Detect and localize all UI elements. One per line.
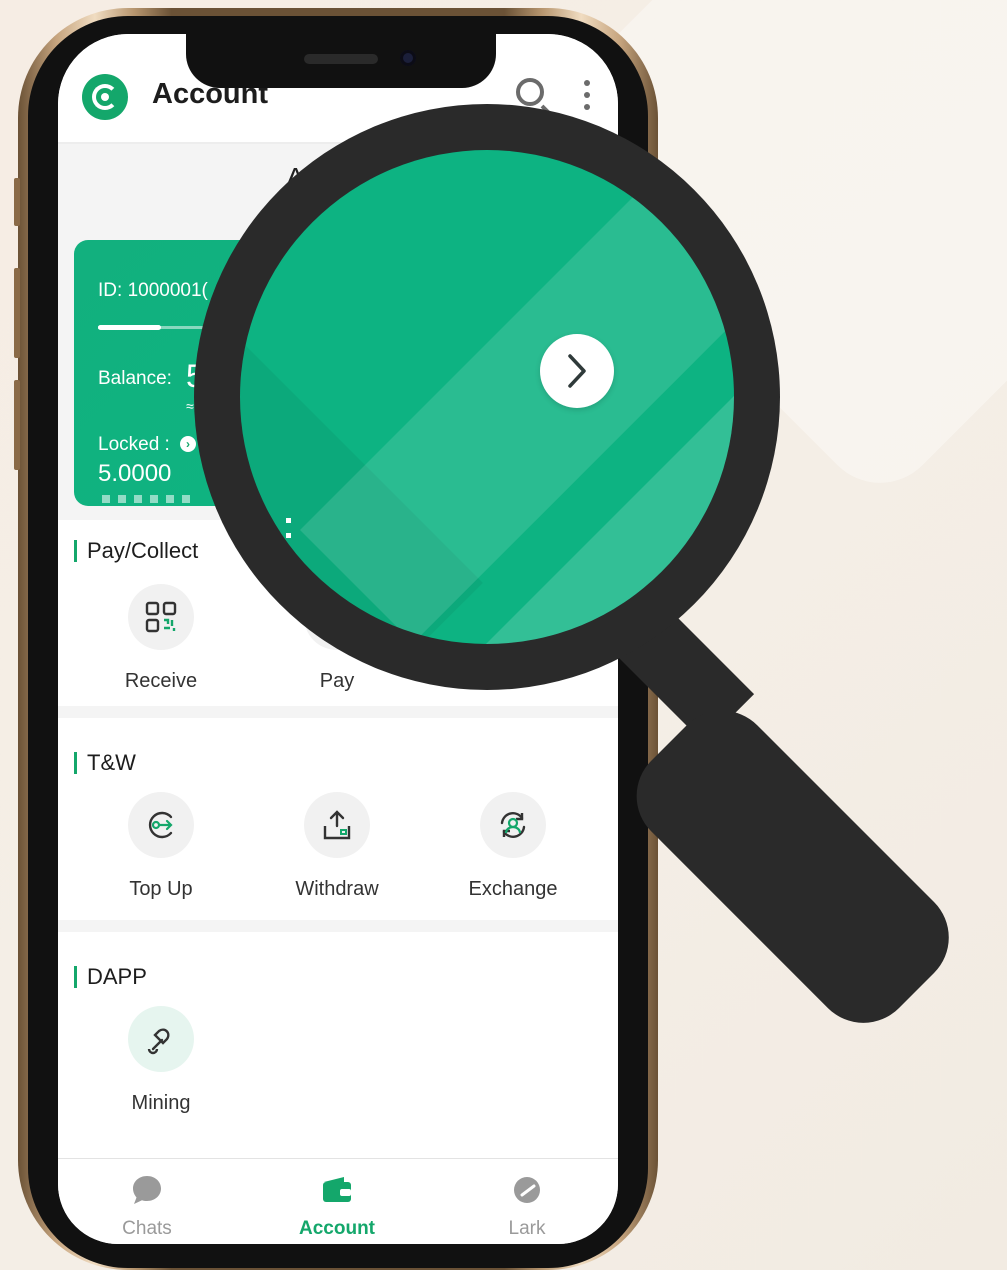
card-progress-fill — [98, 325, 161, 330]
phone-notch — [186, 34, 496, 88]
withdraw-icon — [304, 792, 370, 858]
mining-button[interactable]: Mining — [86, 1006, 236, 1115]
front-camera — [400, 50, 416, 66]
dapp-section: DAPP Mining — [58, 932, 618, 1158]
id-row: ID: 1000001( — [98, 280, 208, 302]
section-title-dapp: DAPP — [74, 966, 147, 988]
lark-icon — [514, 1177, 540, 1203]
locked-label: Locked : — [98, 434, 170, 455]
more-options-icon[interactable] — [584, 80, 590, 110]
id-value: 1000001( — [127, 280, 208, 301]
section-title-tw: T&W — [74, 752, 136, 774]
chevron-right-icon[interactable]: › — [180, 436, 196, 452]
card-decoration-dots — [102, 490, 198, 506]
mining-icon — [128, 1006, 194, 1072]
nav-lark-label: Lark — [508, 1218, 546, 1239]
nav-chats[interactable]: Chats — [72, 1173, 222, 1240]
qr-code-icon — [128, 584, 194, 650]
magnifier-handle — [615, 690, 970, 1044]
balance-approx: ≈ — [186, 398, 194, 414]
receive-label: Receive — [124, 670, 198, 692]
id-label: ID: — [98, 280, 123, 301]
exchange-button[interactable]: Exchange — [438, 792, 588, 901]
section-title-pay-collect: Pay/Collect — [74, 540, 198, 562]
exchange-icon — [480, 792, 546, 858]
mining-label: Mining — [131, 1092, 191, 1114]
chevron-right-icon[interactable] — [540, 334, 614, 408]
receive-button[interactable]: Receive — [86, 584, 236, 693]
bottom-navigation: Chats Account Lark — [58, 1158, 618, 1244]
wallet-icon — [323, 1177, 351, 1202]
magnifier-lens — [240, 150, 734, 644]
app-logo-icon — [82, 74, 128, 120]
nav-chats-label: Chats — [122, 1218, 172, 1239]
phone-volume-up — [14, 268, 20, 358]
withdraw-button[interactable]: Withdraw — [262, 792, 412, 901]
top-up-button[interactable]: Top Up — [86, 792, 236, 901]
nav-account-label: Account — [299, 1218, 375, 1239]
exchange-label: Exchange — [468, 878, 558, 900]
chat-bubble-icon — [133, 1176, 161, 1204]
speaker-grill — [304, 54, 378, 64]
phone-volume-down — [14, 380, 20, 470]
nav-lark[interactable]: Lark — [452, 1173, 602, 1240]
lens-decoration-dots — [286, 518, 291, 548]
nav-account[interactable]: Account — [262, 1173, 412, 1240]
top-up-icon — [128, 792, 194, 858]
search-icon[interactable] — [516, 78, 544, 106]
phone-side-button — [14, 178, 20, 226]
balance-label: Balance: — [98, 368, 172, 389]
tw-section: T&W Top Up Withdraw Exchange — [58, 718, 618, 920]
withdraw-label: Withdraw — [295, 878, 379, 900]
top-up-label: Top Up — [129, 878, 193, 900]
locked-value: 5.0000 — [98, 460, 172, 487]
